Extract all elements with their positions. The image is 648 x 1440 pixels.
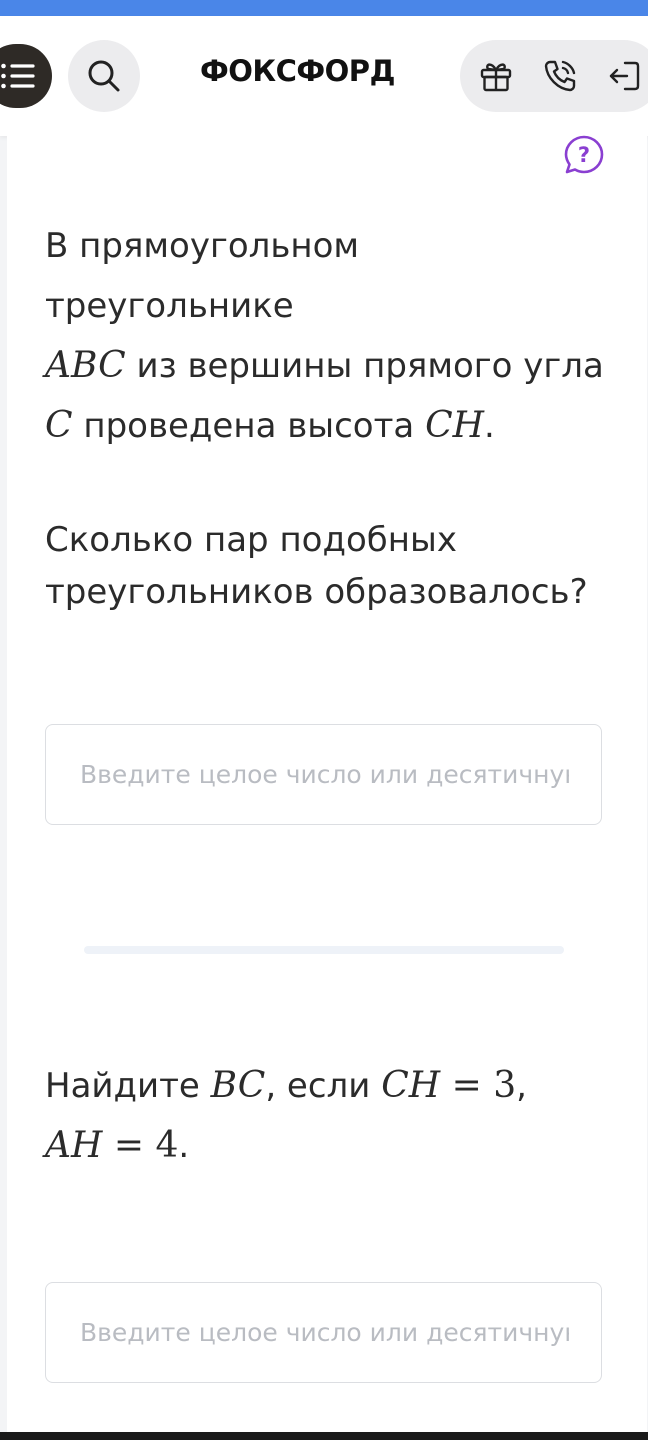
math-c: C <box>45 405 73 446</box>
gift-button[interactable] <box>478 58 514 94</box>
task-3-question: Найдите BC, если CH = 3, AH = 4. <box>45 1056 615 1176</box>
answer-field-1[interactable] <box>45 724 602 825</box>
math-ch: CH <box>425 405 485 446</box>
answer-input-2[interactable] <box>46 1283 601 1382</box>
menu-icon <box>1 63 35 89</box>
answer-input-1[interactable] <box>46 725 601 824</box>
question-text: Найдите <box>45 1066 211 1106</box>
login-button[interactable] <box>606 58 642 94</box>
site-header: ФОКСФОРД <box>0 16 648 136</box>
bottom-bar <box>0 1432 648 1440</box>
math-ah: AH <box>45 1125 103 1166</box>
foxford-logo[interactable]: ФОКСФОРД <box>200 54 395 88</box>
search-icon <box>88 60 120 92</box>
math-equals-3: = 3 <box>440 1065 517 1106</box>
math-bc: BC <box>210 1065 266 1106</box>
search-button[interactable] <box>68 40 140 112</box>
math-abc: ABC <box>45 345 126 386</box>
statement-text: . <box>484 406 495 446</box>
header-actions <box>460 40 648 112</box>
statement-text: из вершины прямого угла <box>125 346 604 386</box>
question-text: , если <box>265 1066 382 1106</box>
menu-button[interactable] <box>0 44 52 108</box>
statement-text: В прямоугольном треугольнике <box>45 226 360 326</box>
phone-icon <box>544 60 576 92</box>
question-text: . <box>178 1126 190 1166</box>
help-icon[interactable]: ? <box>563 134 605 176</box>
login-icon <box>609 61 640 91</box>
top-accent-strip <box>0 0 648 16</box>
task-1-statement: В прямоугольном треугольнике ABC из верши… <box>45 216 615 456</box>
call-button[interactable] <box>542 58 578 94</box>
gift-icon <box>480 63 512 92</box>
answer-field-2[interactable] <box>45 1282 602 1383</box>
svg-text:?: ? <box>578 143 590 167</box>
statement-text: проведена высота <box>72 406 426 446</box>
task-2-question: Сколько пар подобных треугольников образ… <box>45 520 588 612</box>
task-divider <box>84 946 564 954</box>
math-ch: CH <box>381 1065 441 1106</box>
question-text: , <box>516 1066 527 1106</box>
math-equals-4: = 4 <box>102 1125 179 1166</box>
